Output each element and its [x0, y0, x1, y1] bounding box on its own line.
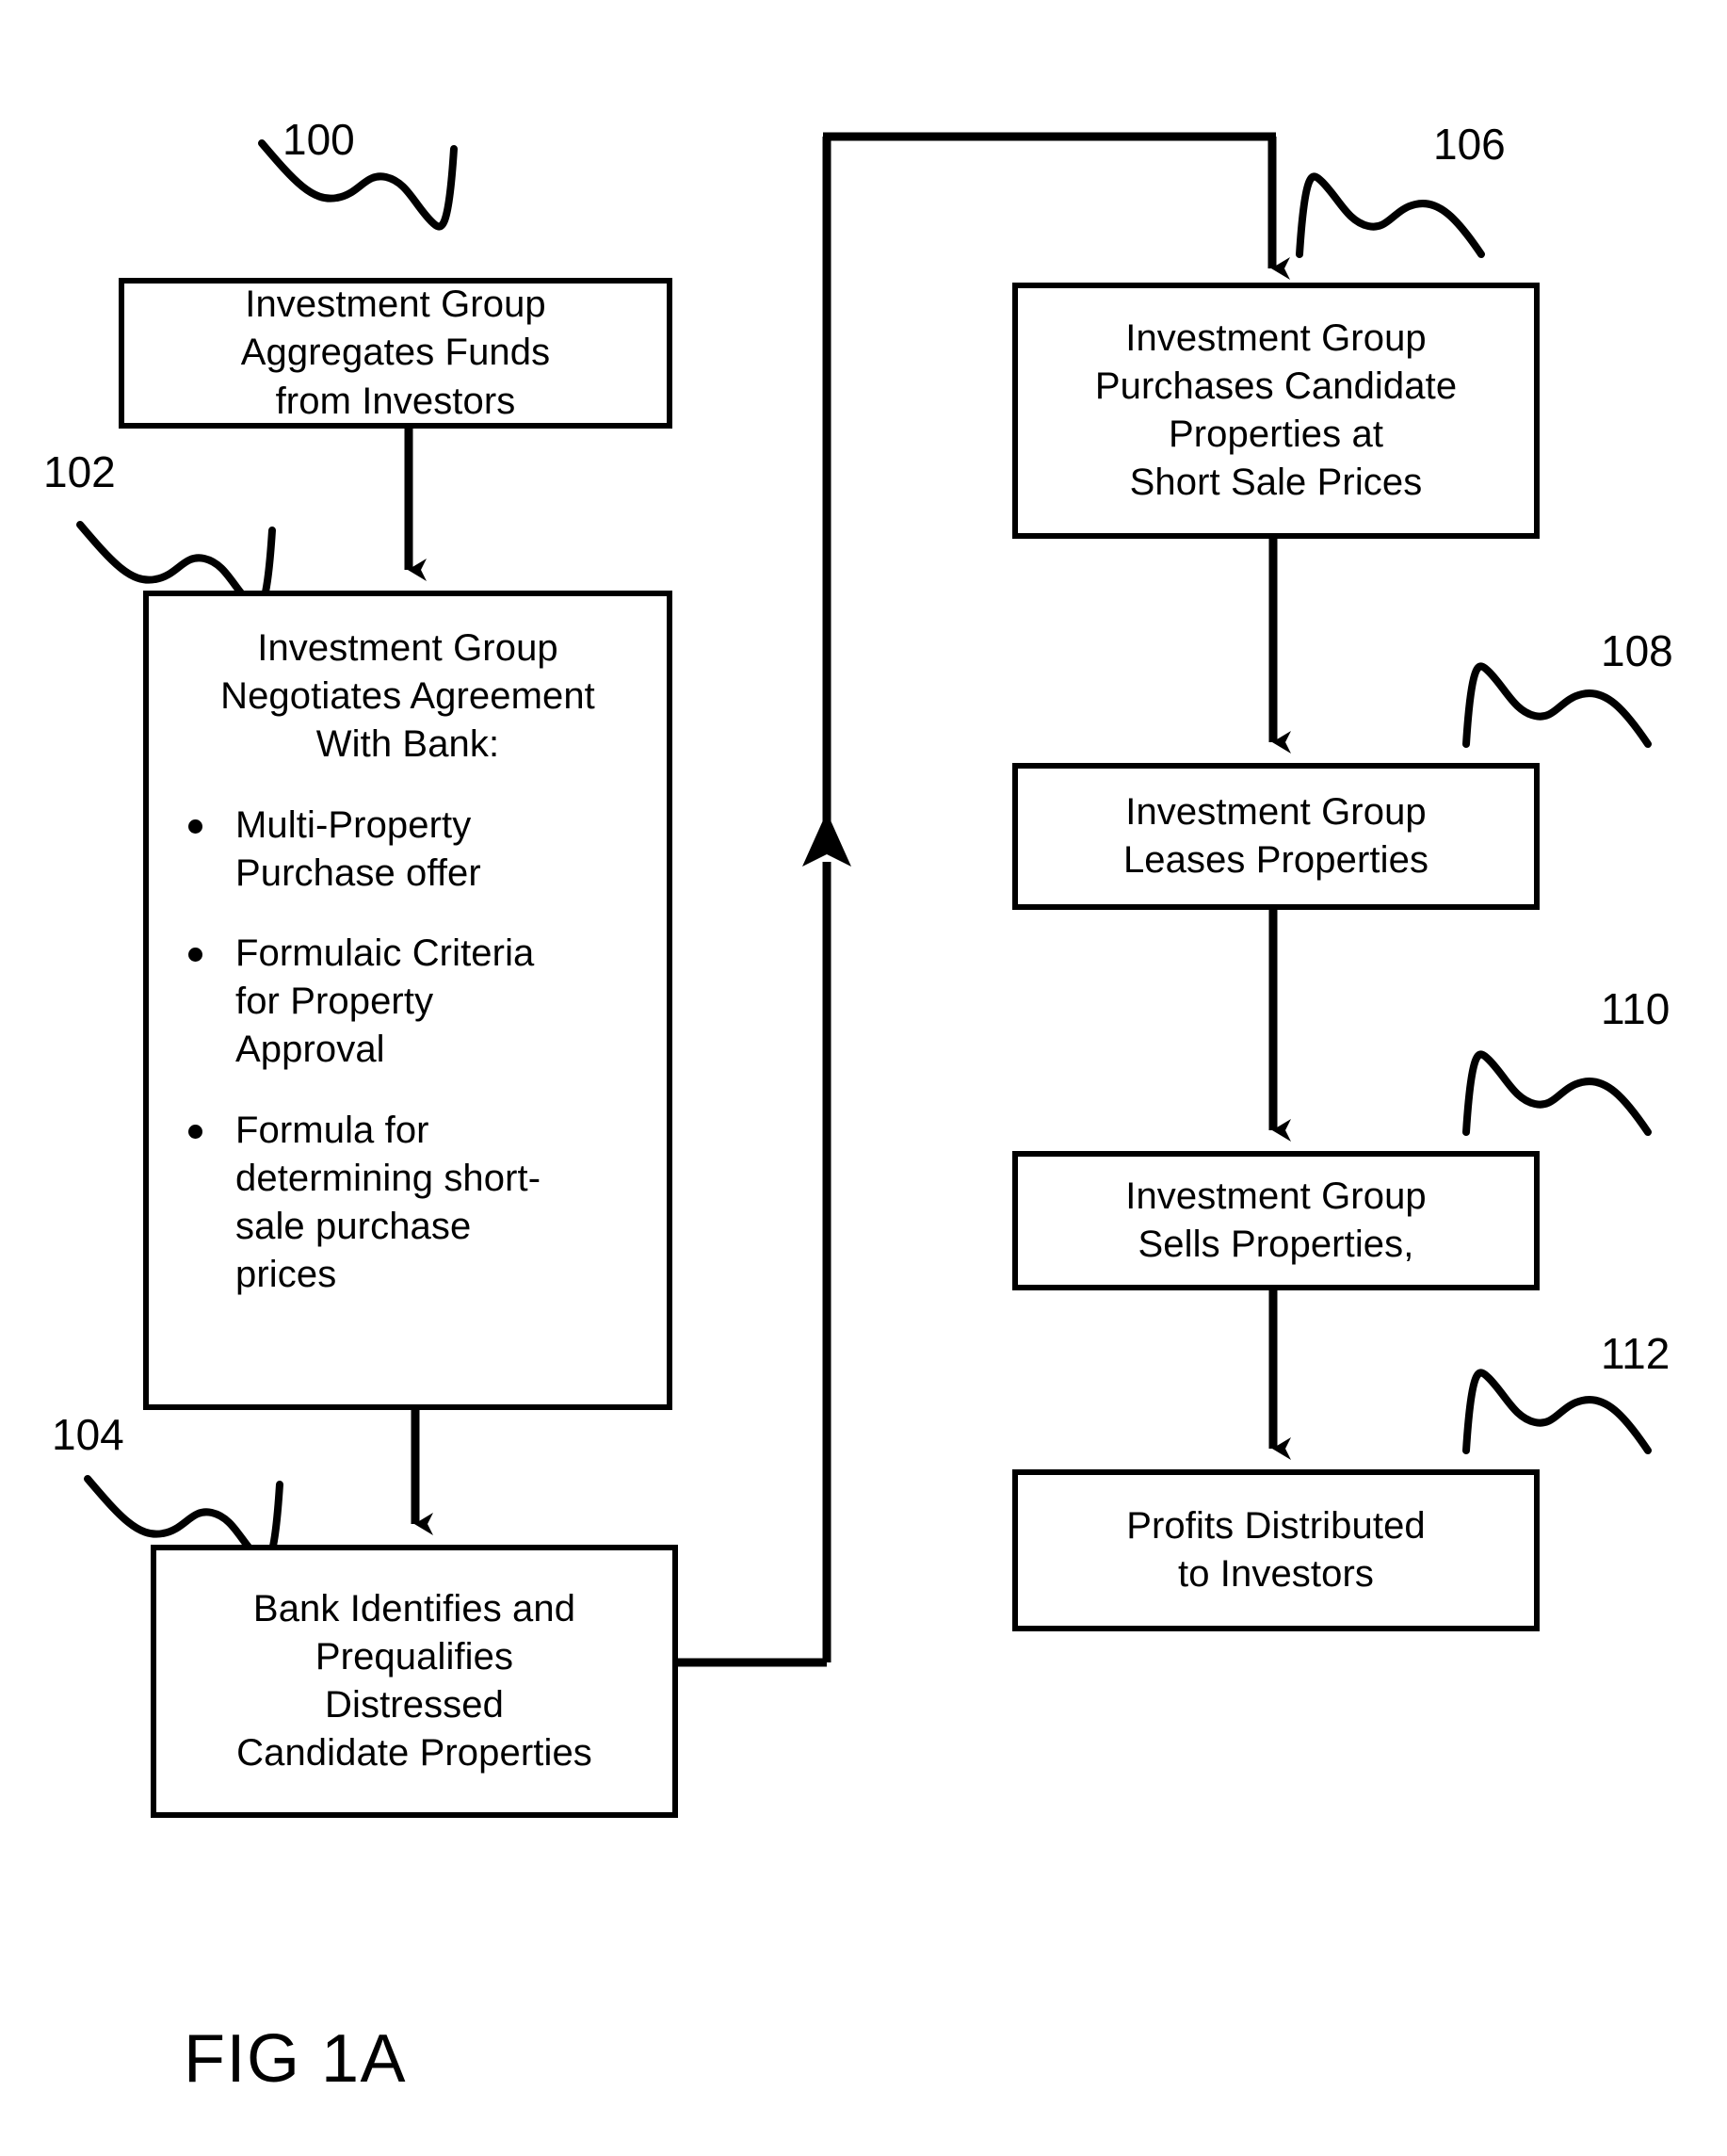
bullet-dot-icon: [188, 1124, 202, 1139]
process-box-bank-identifies-prequalifies-properties: Bank Identifies and Prequalifies Distres…: [151, 1545, 678, 1818]
leader-line-106: [1296, 172, 1485, 258]
box-100-line-1: Investment Group: [245, 284, 546, 326]
box-102-line-3: With Bank:: [315, 723, 500, 766]
bullet-dot-icon: [188, 819, 202, 834]
box-110-line-2: Sells Properties,: [1138, 1224, 1414, 1265]
box-106-line-4: Short Sale Prices: [1129, 462, 1423, 504]
box-102-bullet-item: Formula for determining short- sale purc…: [177, 1107, 655, 1300]
box-106-line-3: Properties at: [1168, 413, 1384, 455]
process-box-profits-distributed-to-investors: Profits Distributed to Investors: [1012, 1469, 1540, 1631]
box-102-bullet-list: Multi-Property Purchase offer Formulaic …: [149, 802, 667, 1300]
box-104-line-3: Distressed: [325, 1684, 504, 1726]
box-106-line-1: Investment Group: [1125, 316, 1427, 359]
box-112-line-2: to Investors: [1178, 1553, 1374, 1595]
box-102-line-1: Investment Group: [257, 627, 558, 669]
box-102-line-2: Negotiates Agreement: [220, 675, 595, 718]
reference-numeral-104: 104: [52, 1410, 124, 1459]
reference-numeral-102: 102: [43, 447, 116, 496]
box-102-bullet-3-line-3: sale purchase: [235, 1205, 472, 1247]
reference-numeral-106: 106: [1433, 120, 1506, 169]
reference-numeral-108: 108: [1601, 626, 1673, 675]
box-102-bullet-1-line-1: Multi-Property: [235, 803, 472, 846]
patent-figure-canvas: 100 102 104 106 108 110 112 Investment G…: [0, 0, 1727, 2156]
box-102-bullet-3-line-2: determining short-: [235, 1157, 541, 1199]
box-102-bullet-2-line-3: Approval: [235, 1029, 385, 1071]
box-102-bullet-2-line-1: Formulaic Criteria: [235, 932, 535, 974]
box-106-line-2: Purchases Candidate: [1094, 365, 1458, 407]
box-102-bullet-1-line-2: Purchase offer: [235, 851, 481, 894]
process-box-investment-group-sells-properties: Investment Group Sells Properties,: [1012, 1151, 1540, 1290]
box-102-heading: Investment Group Negotiates Agreement Wi…: [149, 624, 667, 770]
box-104-line-1: Bank Identifies and: [252, 1587, 576, 1629]
process-box-investment-group-negotiates-agreement: Investment Group Negotiates Agreement Wi…: [143, 591, 672, 1410]
box-100-line-2: Aggregates Funds: [240, 332, 551, 374]
box-102-bullet-3-line-1: Formula for: [235, 1109, 429, 1151]
box-102-bullet-item: Formulaic Criteria for Property Approval: [177, 930, 655, 1075]
box-100-line-3: from Investors: [275, 380, 516, 422]
reference-numeral-100: 100: [282, 115, 355, 164]
box-104-line-2: Prequalifies: [315, 1635, 514, 1678]
box-102-bullet-item: Multi-Property Purchase offer: [177, 802, 655, 898]
process-box-investment-group-purchases-candidate-properties: Investment Group Purchases Candidate Pro…: [1012, 283, 1540, 539]
box-102-bullet-3-line-4: prices: [235, 1254, 337, 1296]
process-box-investment-group-aggregates-funds: Investment Group Aggregates Funds from I…: [119, 278, 672, 429]
box-108-line-2: Leases Properties: [1122, 839, 1429, 881]
bullet-dot-icon: [188, 947, 202, 962]
box-110-line-1: Investment Group: [1125, 1175, 1427, 1217]
box-108-line-1: Investment Group: [1125, 790, 1427, 833]
figure-caption: FIG 1A: [184, 2021, 408, 2097]
process-box-investment-group-leases-properties: Investment Group Leases Properties: [1012, 763, 1540, 910]
box-102-bullet-2-line-2: for Property: [235, 981, 434, 1023]
box-112-line-1: Profits Distributed: [1126, 1504, 1426, 1547]
box-104-line-4: Candidate Properties: [236, 1732, 592, 1775]
leader-line-112: [1462, 1369, 1652, 1454]
leader-line-110: [1462, 1050, 1652, 1136]
reference-numeral-110: 110: [1601, 984, 1671, 1033]
leader-line-108: [1462, 662, 1652, 748]
reference-numeral-112: 112: [1601, 1329, 1671, 1378]
